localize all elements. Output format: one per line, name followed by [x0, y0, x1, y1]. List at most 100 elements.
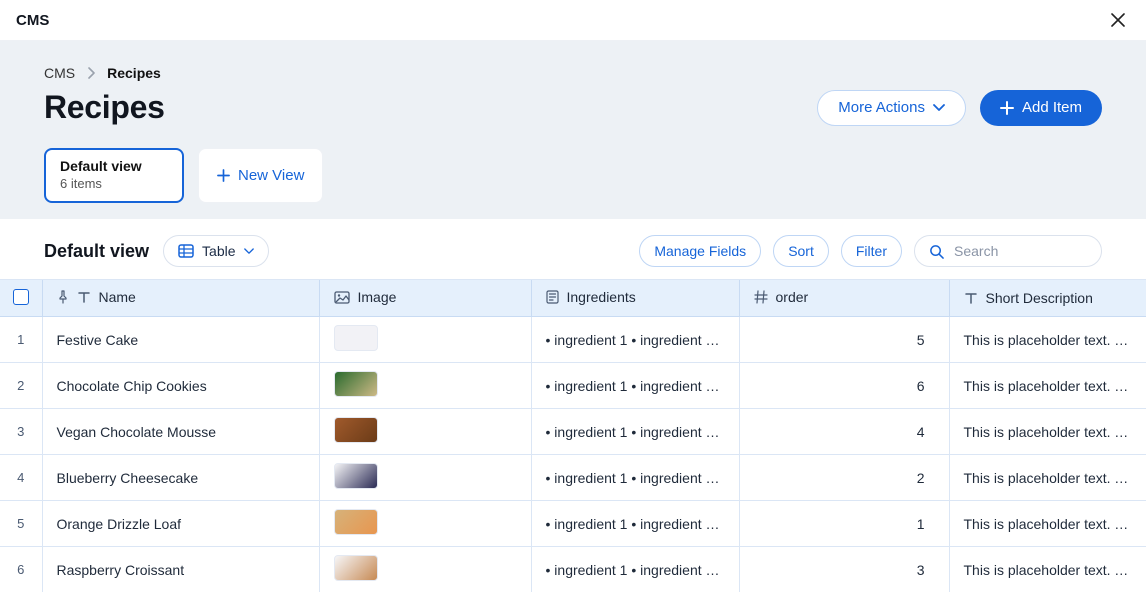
cell-order[interactable]: 5 [739, 317, 949, 363]
cell-ingredients[interactable]: • ingredient 1 • ingredient … [531, 547, 739, 592]
chevron-down-icon [933, 104, 945, 112]
plus-icon [1000, 101, 1014, 115]
view-type-label: Table [202, 243, 235, 259]
cell-short-description[interactable]: This is placeholder text. T… [949, 363, 1146, 409]
new-view-label: New View [238, 167, 304, 184]
row-index[interactable]: 6 [0, 547, 42, 592]
cell-ingredients[interactable]: • ingredient 1 • ingredient … [531, 363, 739, 409]
window-titlebar: CMS [0, 0, 1146, 41]
cell-short-description[interactable]: This is placeholder text. T… [949, 409, 1146, 455]
image-type-icon [334, 291, 350, 304]
thumbnail [334, 371, 378, 397]
text-type-icon [77, 291, 91, 303]
page-title: Recipes [44, 89, 165, 126]
cell-ingredients[interactable]: • ingredient 1 • ingredient … [531, 409, 739, 455]
row-index[interactable]: 1 [0, 317, 42, 363]
cell-name[interactable]: Raspberry Croissant [42, 547, 319, 592]
column-header-short-desc[interactable]: Short Description [949, 280, 1146, 317]
richtext-type-icon [546, 290, 559, 304]
view-card-default[interactable]: Default view 6 items [44, 148, 184, 203]
more-actions-button[interactable]: More Actions [817, 90, 966, 126]
column-header-image[interactable]: Image [319, 280, 531, 317]
more-actions-label: More Actions [838, 99, 925, 116]
search-field[interactable] [914, 235, 1102, 267]
cell-ingredients[interactable]: • ingredient 1 • ingredient … [531, 317, 739, 363]
table-row[interactable]: 5Orange Drizzle Loaf • ingredient 1 • ing… [0, 501, 1146, 547]
thumbnail [334, 555, 378, 581]
table-row[interactable]: 3Vegan Chocolate Mousse • ingredient 1 • … [0, 409, 1146, 455]
view-card-title: Default view [60, 158, 168, 174]
cell-short-description[interactable]: This is placeholder text. T… [949, 501, 1146, 547]
row-index[interactable]: 4 [0, 455, 42, 501]
sort-label: Sort [788, 243, 814, 259]
cell-name[interactable]: Blueberry Cheesecake [42, 455, 319, 501]
thumbnail [334, 325, 378, 351]
cell-order[interactable]: 2 [739, 455, 949, 501]
cell-image[interactable] [319, 455, 531, 501]
row-index[interactable]: 3 [0, 409, 42, 455]
view-toolbar: Default view Table Manage Fields Sort Fi… [0, 219, 1146, 279]
select-all-header[interactable] [0, 280, 42, 317]
close-button[interactable] [1106, 8, 1130, 32]
cell-ingredients[interactable]: • ingredient 1 • ingredient … [531, 501, 739, 547]
manage-fields-button[interactable]: Manage Fields [639, 235, 761, 267]
table-header-row: Name Image [0, 280, 1146, 317]
checkbox-icon[interactable] [13, 289, 29, 305]
chevron-down-icon [244, 248, 254, 255]
filter-label: Filter [856, 243, 887, 259]
cell-order[interactable]: 3 [739, 547, 949, 592]
cell-image[interactable] [319, 317, 531, 363]
sort-button[interactable]: Sort [773, 235, 829, 267]
view-card-subtitle: 6 items [60, 176, 168, 191]
thumbnail [334, 417, 378, 443]
cell-image[interactable] [319, 363, 531, 409]
table-row[interactable]: 4Blueberry Cheesecake • ingredient 1 • in… [0, 455, 1146, 501]
column-header-name[interactable]: Name [42, 280, 319, 317]
cell-short-description[interactable]: This is placeholder text. T… [949, 547, 1146, 592]
table-icon [178, 244, 194, 258]
column-short-desc-label: Short Description [986, 290, 1093, 306]
cell-order[interactable]: 4 [739, 409, 949, 455]
column-header-ingredients[interactable]: Ingredients [531, 280, 739, 317]
cell-order[interactable]: 1 [739, 501, 949, 547]
cell-order[interactable]: 6 [739, 363, 949, 409]
table-row[interactable]: 2Chocolate Chip Cookies • ingredient 1 • … [0, 363, 1146, 409]
data-table: Name Image [0, 279, 1146, 592]
pin-icon [57, 290, 69, 304]
cell-name[interactable]: Festive Cake [42, 317, 319, 363]
column-ingredients-label: Ingredients [567, 289, 636, 305]
text-type-icon [964, 292, 978, 304]
view-title: Default view [44, 241, 149, 262]
column-image-label: Image [358, 289, 397, 305]
breadcrumb-root[interactable]: CMS [44, 65, 75, 81]
cell-short-description[interactable]: This is placeholder text. T… [949, 317, 1146, 363]
column-header-order[interactable]: order [739, 280, 949, 317]
cell-name[interactable]: Vegan Chocolate Mousse [42, 409, 319, 455]
cell-name[interactable]: Chocolate Chip Cookies [42, 363, 319, 409]
manage-fields-label: Manage Fields [654, 243, 746, 259]
add-item-label: Add Item [1022, 99, 1082, 116]
thumbnail [334, 463, 378, 489]
row-index[interactable]: 2 [0, 363, 42, 409]
table-row[interactable]: 6Raspberry Croissant • ingredient 1 • ing… [0, 547, 1146, 592]
cell-name[interactable]: Orange Drizzle Loaf [42, 501, 319, 547]
close-icon [1111, 13, 1125, 27]
page-header: CMS Recipes Recipes More Actions [0, 41, 1146, 219]
column-order-label: order [776, 289, 809, 305]
search-input[interactable] [954, 243, 1087, 259]
cell-image[interactable] [319, 547, 531, 592]
table-row[interactable]: 1Festive Cake • ingredient 1 • ingredient… [0, 317, 1146, 363]
thumbnail [334, 509, 378, 535]
cell-image[interactable] [319, 501, 531, 547]
cell-image[interactable] [319, 409, 531, 455]
cell-ingredients[interactable]: • ingredient 1 • ingredient … [531, 455, 739, 501]
cell-short-description[interactable]: This is placeholder text. T… [949, 455, 1146, 501]
new-view-button[interactable]: New View [198, 148, 323, 203]
window-title: CMS [16, 12, 49, 29]
view-type-selector[interactable]: Table [163, 235, 268, 267]
add-item-button[interactable]: Add Item [980, 90, 1102, 126]
filter-button[interactable]: Filter [841, 235, 902, 267]
number-type-icon [754, 290, 768, 304]
chevron-right-icon [87, 67, 95, 79]
row-index[interactable]: 5 [0, 501, 42, 547]
